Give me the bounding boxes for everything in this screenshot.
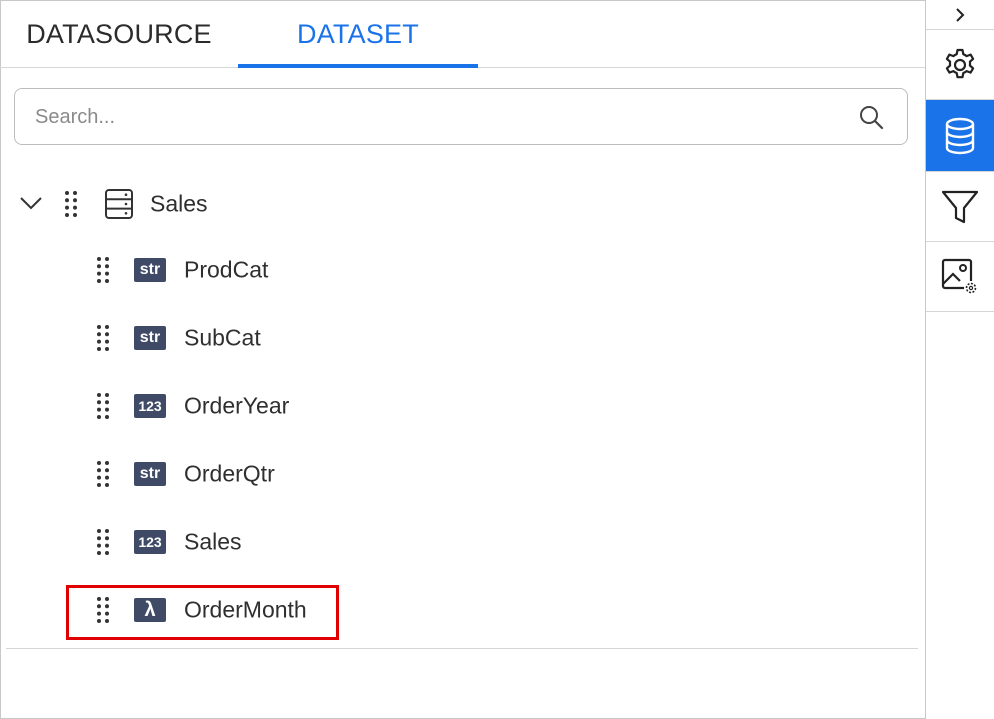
tree-root-label: Sales xyxy=(150,190,208,217)
chevron-right-icon xyxy=(956,7,965,22)
divider xyxy=(6,648,918,649)
data-panel: DATASOURCE DATASET Search... Sales str P… xyxy=(0,0,925,719)
image-settings-icon xyxy=(941,258,978,295)
drag-handle-icon[interactable] xyxy=(64,189,78,219)
number-type-icon: 123 xyxy=(134,530,166,554)
dataset-button[interactable] xyxy=(926,100,994,172)
search-icon[interactable] xyxy=(857,103,885,131)
drag-handle-icon[interactable] xyxy=(96,255,110,285)
active-tab-indicator xyxy=(238,64,478,68)
right-sidebar xyxy=(925,0,994,719)
drag-handle-icon[interactable] xyxy=(96,527,110,557)
tab-dataset[interactable]: DATASET xyxy=(238,0,478,68)
database-icon xyxy=(945,117,975,154)
field-item-subcat[interactable]: str SubCat xyxy=(0,304,925,372)
properties-button[interactable] xyxy=(926,30,994,100)
number-type-icon: 123 xyxy=(134,394,166,418)
table-icon xyxy=(105,189,133,219)
chevron-down-icon[interactable] xyxy=(18,190,44,216)
drag-handle-icon[interactable] xyxy=(96,391,110,421)
drag-handle-icon[interactable] xyxy=(96,323,110,353)
string-type-icon: str xyxy=(134,462,166,486)
drag-handle-icon[interactable] xyxy=(96,459,110,489)
filter-icon xyxy=(941,190,979,223)
tree-root-sales[interactable]: Sales xyxy=(0,170,925,238)
gear-icon xyxy=(945,48,975,78)
filter-button[interactable] xyxy=(926,172,994,242)
field-item-sales[interactable]: 123 Sales xyxy=(0,508,925,576)
tab-bar: DATASOURCE DATASET xyxy=(0,0,925,68)
field-label: Sales xyxy=(184,528,242,555)
field-item-orderyear[interactable]: 123 OrderYear xyxy=(0,372,925,440)
image-settings-button[interactable] xyxy=(926,242,994,312)
field-item-orderqtr[interactable]: str OrderQtr xyxy=(0,440,925,508)
tab-datasource[interactable]: DATASOURCE xyxy=(0,0,238,68)
field-label: ProdCat xyxy=(184,256,269,283)
field-label: SubCat xyxy=(184,324,261,351)
search-input[interactable] xyxy=(35,99,835,135)
collapse-panel-button[interactable] xyxy=(926,0,994,30)
search-box xyxy=(14,88,908,145)
field-label: OrderQtr xyxy=(184,460,275,487)
string-type-icon: str xyxy=(134,326,166,350)
highlight-box xyxy=(66,585,339,640)
field-label: OrderYear xyxy=(184,392,290,419)
string-type-icon: str xyxy=(134,258,166,282)
field-item-prodcat[interactable]: str ProdCat xyxy=(0,236,925,304)
